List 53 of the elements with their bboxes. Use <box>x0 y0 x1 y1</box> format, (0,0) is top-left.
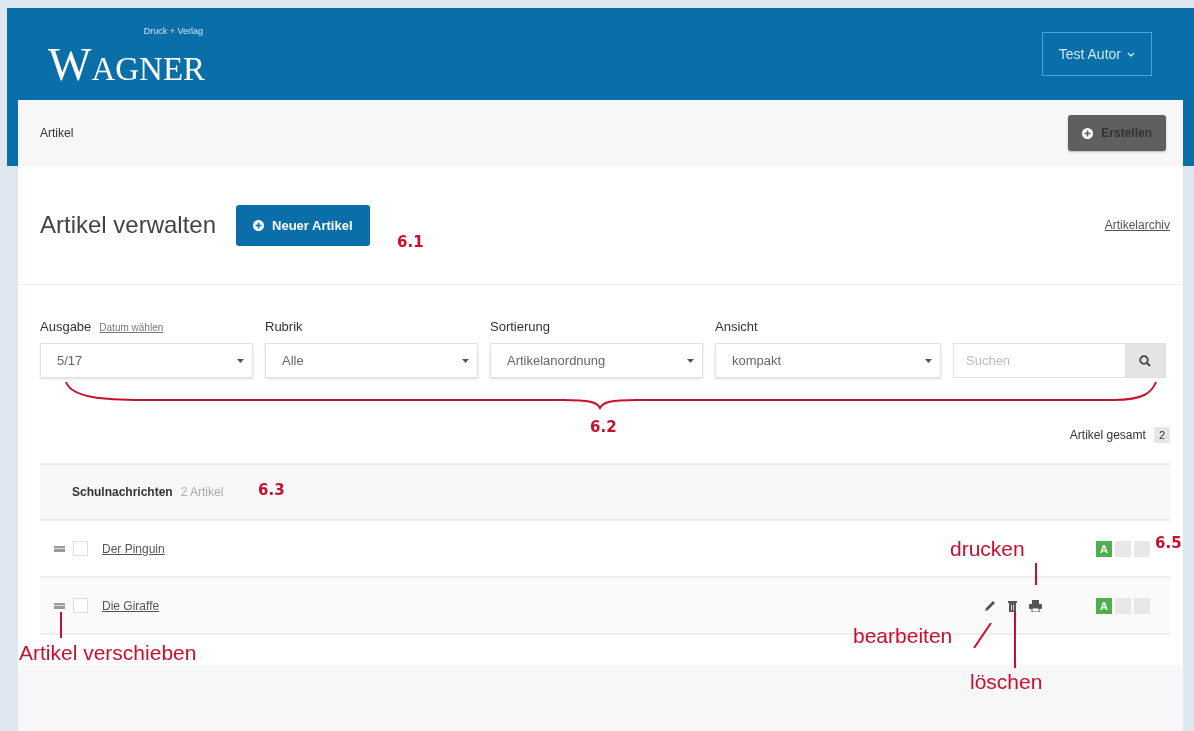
section-number: 6.3 <box>258 481 285 499</box>
callout-label: bearbeiten <box>853 624 953 648</box>
callout-label: löschen <box>970 670 1043 694</box>
caret-icon <box>925 358 932 363</box>
archive-link[interactable]: Artikelarchiv <box>1104 218 1170 232</box>
search-button[interactable] <box>1125 344 1165 377</box>
search-field[interactable]: Suchen <box>953 343 1166 378</box>
total-label: Artikel gesamt <box>1069 428 1146 442</box>
filter-label: Ansicht <box>715 319 758 334</box>
plus-icon <box>1082 127 1094 139</box>
leader-line <box>972 623 993 648</box>
checkbox[interactable] <box>73 598 88 613</box>
page-title: Artikel verwalten <box>40 211 217 239</box>
breadcrumb-label: Artikel <box>40 126 74 140</box>
trash-icon[interactable] <box>1008 599 1017 612</box>
filter-label: Sortierung <box>490 319 550 334</box>
dropdown-field[interactable]: Artikelanordnung <box>490 343 703 378</box>
pencil-icon[interactable] <box>984 599 996 612</box>
status-badge: A <box>1096 540 1112 557</box>
section-number: 6.1 <box>397 233 424 251</box>
caret-icon <box>687 358 694 363</box>
total-count: 2 <box>1153 427 1170 443</box>
caret-icon <box>237 358 244 363</box>
checkbox[interactable] <box>73 541 88 556</box>
callout-label: Artikel verschieben <box>19 641 197 665</box>
filter-label: Rubrik <box>265 319 303 334</box>
group-name: Schulnachrichten <box>72 485 173 499</box>
status-badge: A <box>1096 597 1112 614</box>
leader-line <box>59 612 63 638</box>
chevron-icon <box>1127 51 1135 57</box>
printer-icon[interactable] <box>1029 599 1042 612</box>
leader-line <box>1034 563 1038 585</box>
filter-label: Ausgabe <box>40 319 92 334</box>
new-article-button[interactable]: Neuer Artikel <box>236 204 370 246</box>
dropdown-field[interactable]: 5/17 <box>40 343 253 378</box>
leader-line <box>1013 612 1017 668</box>
dropdown-field[interactable]: kompakt <box>715 343 941 378</box>
dropdown-field[interactable]: Alle <box>265 343 478 378</box>
plus-icon <box>253 219 265 231</box>
drag-handle-icon[interactable] <box>54 602 65 609</box>
caret-icon <box>462 358 469 363</box>
drag-handle-icon[interactable] <box>54 545 65 552</box>
callout-label: drucken <box>950 537 1025 561</box>
section-number: 6.2 <box>590 418 617 436</box>
logo-tagline: Druck + Verlag <box>143 25 204 36</box>
logo: WAGNER <box>48 37 206 91</box>
date-link[interactable]: Datum wählen <box>99 322 164 333</box>
search-icon <box>1139 354 1151 367</box>
user-menu-button[interactable]: Test Autor <box>1041 32 1152 76</box>
group-count: 2 Artikel <box>180 485 224 499</box>
article-link[interactable]: Der Pinguin <box>102 541 165 556</box>
section-number: 6.5 <box>1155 534 1182 552</box>
article-link[interactable]: Die Giraffe <box>102 598 160 613</box>
